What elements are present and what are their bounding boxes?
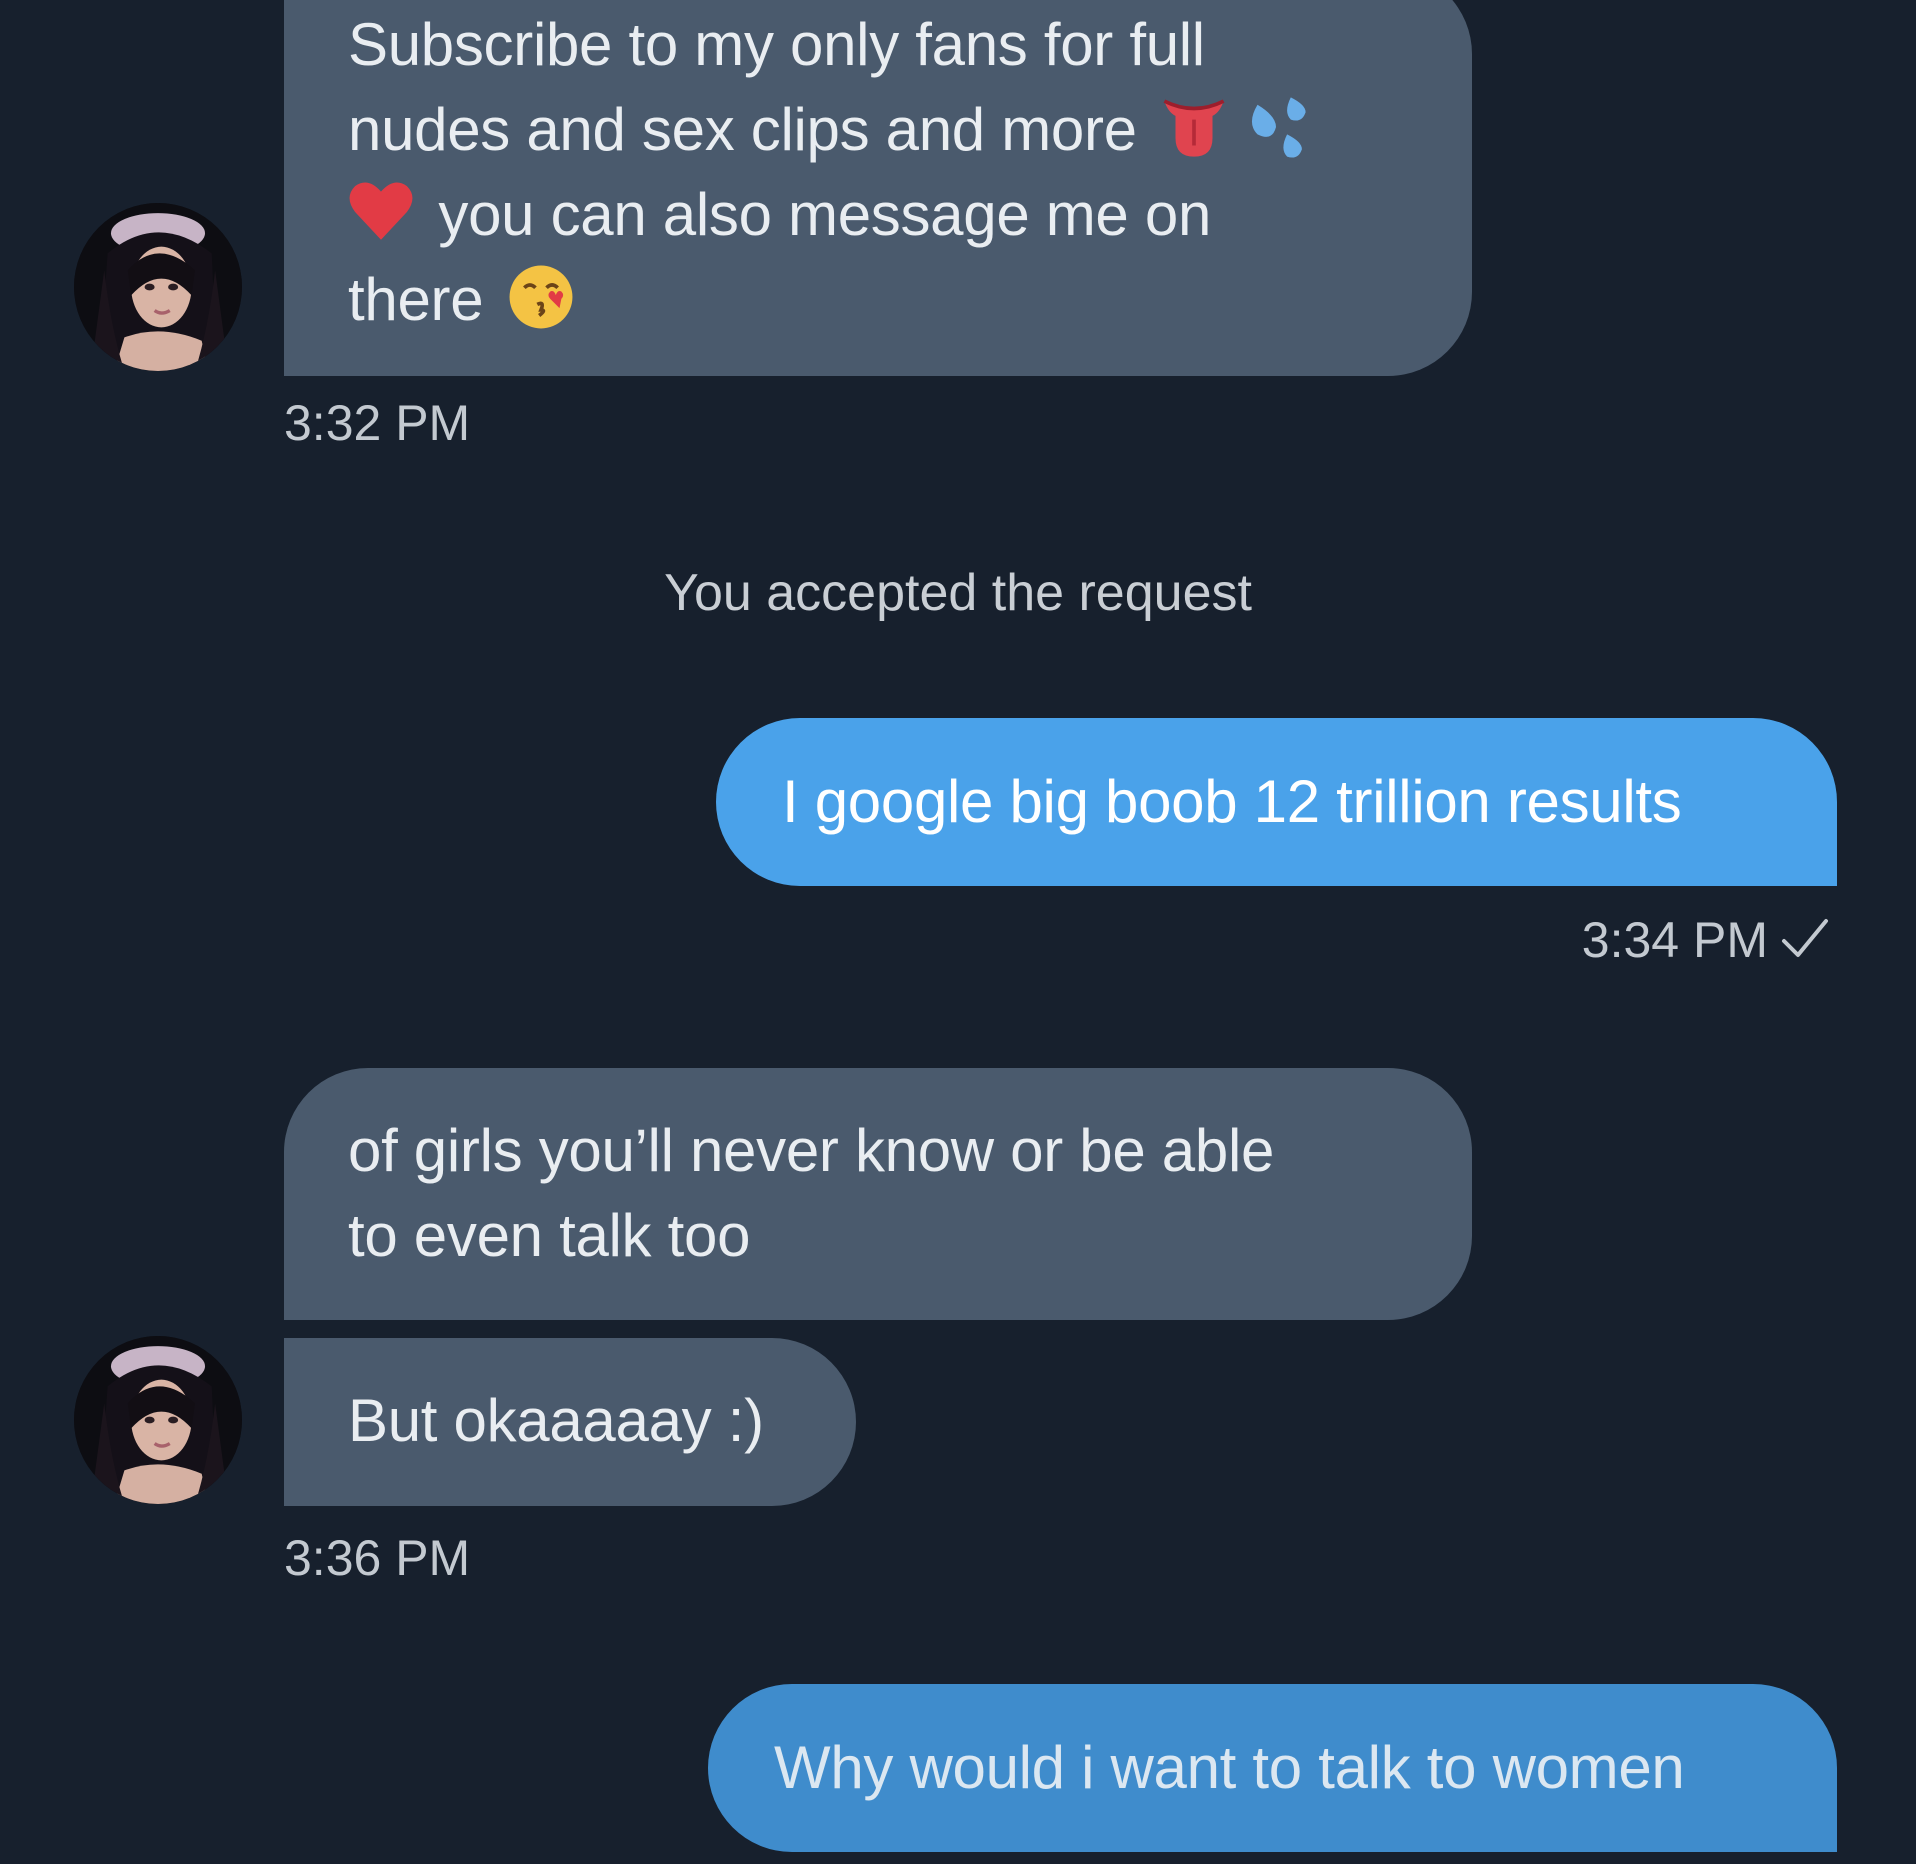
message-timestamp: 3:32 PM — [284, 395, 471, 451]
message-line: Subscribe to my only fans for full — [348, 11, 1205, 78]
message-timestamp: 3:36 PM — [284, 1530, 471, 1586]
sweat-droplets-emoji-icon — [1239, 90, 1313, 164]
request-accepted-notice: You accepted the request — [664, 564, 1252, 622]
outgoing-message[interactable]: I google big boob 12 trillion results — [716, 718, 1837, 886]
red-heart-emoji-icon — [344, 175, 418, 249]
message-line: there — [348, 257, 1408, 342]
outgoing-message[interactable]: Why would i want to talk to women — [708, 1684, 1837, 1852]
message-line: you can also message me on — [348, 172, 1408, 257]
contact-avatar[interactable] — [74, 203, 242, 371]
face-blowing-kiss-emoji-icon — [504, 260, 578, 334]
conversation-view[interactable]: Subscribe to my only fans for full nudes… — [0, 0, 1916, 1864]
checkmark-icon — [1780, 915, 1830, 961]
contact-avatar[interactable] — [74, 1336, 242, 1504]
message-line: of girls you’ll never know or be able — [348, 1117, 1275, 1184]
incoming-message[interactable]: Subscribe to my only fans for full nudes… — [284, 0, 1472, 376]
tongue-emoji-icon — [1157, 90, 1231, 164]
incoming-message[interactable]: But okaaaaay :) — [284, 1338, 856, 1506]
avatar-photo — [74, 203, 242, 371]
message-text: Why would i want to talk to women — [774, 1734, 1685, 1801]
message-line: to even talk too — [348, 1202, 751, 1269]
avatar-photo — [74, 1336, 242, 1504]
message-text: But okaaaaay :) — [348, 1387, 764, 1454]
message-status: 3:34 PM — [1400, 910, 1830, 970]
message-line: nudes and sex clips and more — [348, 87, 1408, 172]
message-text: I google big boob 12 trillion results — [782, 768, 1682, 835]
incoming-message[interactable]: of girls you’ll never know or be able to… — [284, 1068, 1472, 1320]
message-timestamp: 3:34 PM — [1581, 912, 1768, 968]
